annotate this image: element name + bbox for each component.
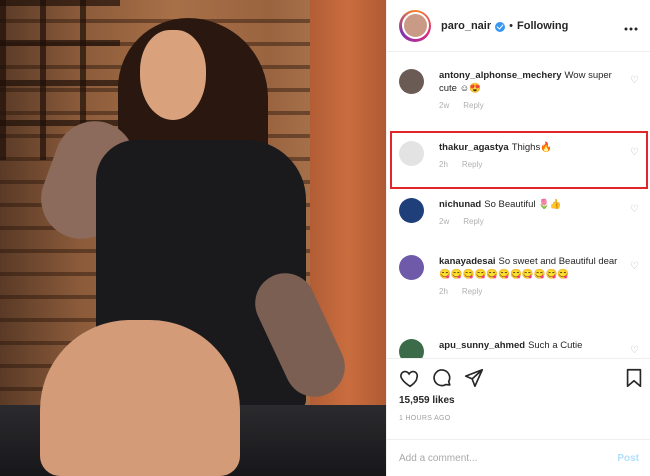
- verified-badge-icon: [495, 21, 506, 32]
- comment-like-heart-icon[interactable]: ♡: [630, 345, 639, 356]
- reply-button[interactable]: Reply: [463, 217, 483, 226]
- comment-like-heart-icon[interactable]: ♡: [630, 261, 639, 272]
- more-options-icon[interactable]: [624, 18, 638, 34]
- comments-list[interactable]: antony_alphonse_mechery Wow super cute ☺😍…: [387, 53, 650, 358]
- post-header: paro_nair • Following: [387, 0, 650, 52]
- comment-icon[interactable]: [431, 367, 453, 389]
- author-username[interactable]: paro_nair: [441, 20, 491, 32]
- commenter-avatar[interactable]: [399, 198, 424, 223]
- add-comment-bar: Add a comment... Post: [387, 439, 650, 476]
- highlighted-comment-box: [390, 131, 648, 189]
- person-legs: [40, 320, 240, 476]
- comment-item: nichunad So Beautiful 🌷👍 2w Reply ♡: [399, 198, 639, 226]
- comment-username[interactable]: nichunad: [439, 199, 481, 210]
- comment-time: 2w: [439, 101, 450, 110]
- comment-username[interactable]: antony_alphonse_mechery: [439, 70, 562, 81]
- comment-item: apu_sunny_ahmed Such a Cutie ♡: [399, 339, 639, 358]
- comment-like-heart-icon[interactable]: ♡: [630, 75, 639, 86]
- comment-like-heart-icon[interactable]: ♡: [630, 204, 639, 215]
- comment-text: Such a Cutie: [528, 340, 583, 351]
- share-icon[interactable]: [463, 367, 485, 389]
- commenter-avatar[interactable]: [399, 69, 424, 94]
- commenter-avatar[interactable]: [399, 255, 424, 280]
- comment-username[interactable]: apu_sunny_ahmed: [439, 340, 525, 351]
- post-timestamp: 1 HOURS AGO: [399, 415, 451, 422]
- action-icons-row: [399, 367, 645, 391]
- post-photo[interactable]: [0, 0, 386, 476]
- post-actions: 15,959 likes 1 HOURS AGO Add a comment..…: [387, 358, 650, 476]
- comment-time: 2w: [439, 217, 450, 226]
- comment-item: antony_alphonse_mechery Wow super cute ☺😍…: [399, 69, 639, 110]
- comment-time: 2h: [439, 287, 448, 296]
- add-comment-input[interactable]: Add a comment...: [399, 453, 477, 464]
- following-button[interactable]: Following: [517, 20, 568, 32]
- heart-icon[interactable]: [399, 367, 421, 389]
- comment-item: kanayadesai So sweet and Beautiful dear 😋…: [399, 255, 639, 296]
- story-ring[interactable]: [399, 9, 431, 42]
- author-avatar[interactable]: [401, 12, 429, 39]
- separator-dot: •: [509, 19, 513, 32]
- comment-text: So Beautiful 🌷👍: [484, 199, 562, 210]
- commenter-avatar[interactable]: [399, 339, 424, 358]
- bookmark-icon[interactable]: [623, 367, 645, 389]
- comment-username[interactable]: kanayadesai: [439, 256, 496, 267]
- likes-count[interactable]: 15,959 likes: [399, 395, 455, 406]
- post-sidebar: paro_nair • Following antony_alphonse_me…: [386, 0, 650, 476]
- person-face: [140, 30, 206, 120]
- post-comment-button[interactable]: Post: [617, 453, 639, 464]
- reply-button[interactable]: Reply: [462, 287, 482, 296]
- reply-button[interactable]: Reply: [463, 101, 483, 110]
